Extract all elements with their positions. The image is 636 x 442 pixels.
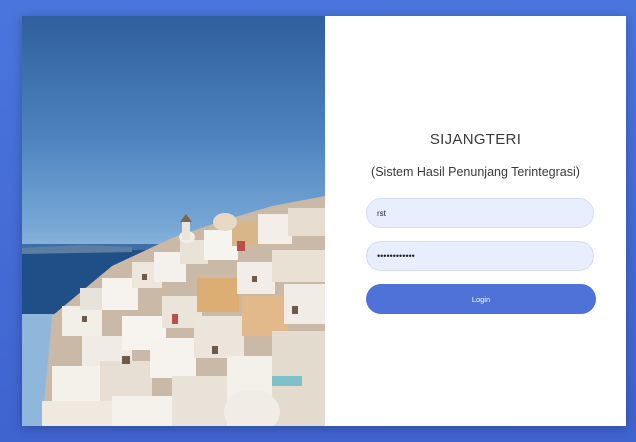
login-card: SIJANGTERI (Sistem Hasil Penunjang Terin…: [22, 16, 626, 426]
login-button[interactable]: Login: [366, 284, 596, 314]
password-input[interactable]: [366, 241, 594, 271]
app-title: SIJANGTERI: [429, 131, 522, 148]
photo-illustration: [22, 196, 325, 426]
username-input[interactable]: [366, 198, 594, 228]
santorini-photo: [22, 16, 325, 426]
login-form-panel: SIJANGTERI (Sistem Hasil Penunjang Terin…: [325, 16, 626, 426]
app-subtitle: (Sistem Hasil Penunjang Terintegrasi): [371, 165, 580, 179]
